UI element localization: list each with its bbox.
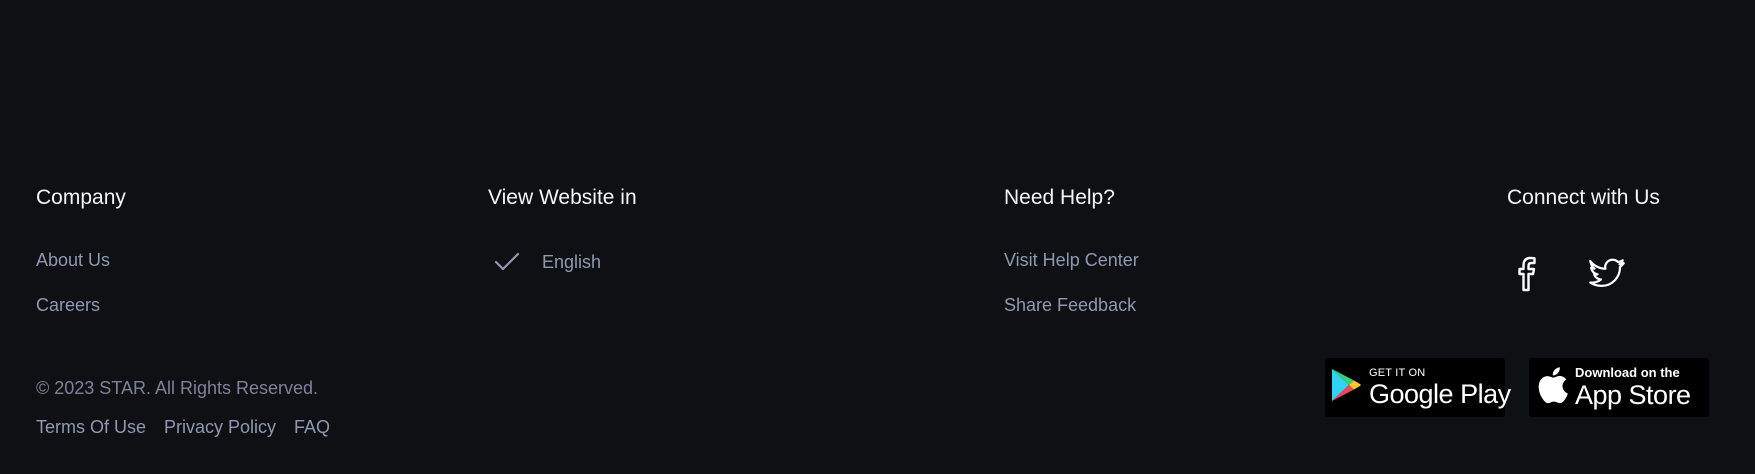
- connect-heading: Connect with Us: [1507, 186, 1660, 209]
- company-links: About Us Careers: [36, 250, 110, 340]
- help-heading: Need Help?: [1004, 186, 1115, 209]
- apple-badge-big-text: App Store: [1575, 380, 1691, 410]
- apple-badge-small-text: Download on the: [1575, 365, 1680, 380]
- help-links: Visit Help Center Share Feedback: [1004, 250, 1139, 340]
- privacy-policy-link[interactable]: Privacy Policy: [164, 417, 276, 438]
- careers-link[interactable]: Careers: [36, 295, 100, 315]
- terms-of-use-link[interactable]: Terms Of Use: [36, 417, 146, 438]
- language-section: View Website in English: [488, 184, 637, 272]
- google-badge-small-text: GET IT ON: [1369, 367, 1426, 379]
- google-play-icon: [1329, 367, 1363, 408]
- language-label: English: [542, 251, 602, 272]
- about-us-link[interactable]: About Us: [36, 250, 110, 270]
- google-badge-big-text: Google Play: [1369, 379, 1511, 409]
- language-heading: View Website in: [488, 186, 637, 209]
- language-option-english[interactable]: English: [488, 250, 601, 274]
- connect-section: Connect with Us: [1507, 184, 1660, 292]
- company-section: Company About Us Careers: [36, 184, 126, 315]
- app-store-badge[interactable]: Download on the App Store: [1529, 358, 1709, 417]
- company-heading: Company: [36, 186, 126, 209]
- social-links: [1507, 254, 1628, 294]
- copyright-text: © 2023 STAR. All Rights Reserved.: [36, 378, 319, 398]
- visit-help-center-link[interactable]: Visit Help Center: [1004, 250, 1139, 270]
- faq-link[interactable]: FAQ: [294, 417, 330, 438]
- check-icon: [492, 250, 522, 274]
- apple-icon: [1535, 365, 1569, 410]
- help-section: Need Help? Visit Help Center Share Feedb…: [1004, 184, 1139, 315]
- legal-links: Terms Of Use Privacy Policy FAQ: [36, 417, 330, 438]
- twitter-icon[interactable]: [1588, 254, 1628, 294]
- google-play-badge[interactable]: GET IT ON Google Play: [1325, 358, 1511, 417]
- share-feedback-link[interactable]: Share Feedback: [1004, 295, 1136, 315]
- facebook-icon[interactable]: [1507, 254, 1547, 294]
